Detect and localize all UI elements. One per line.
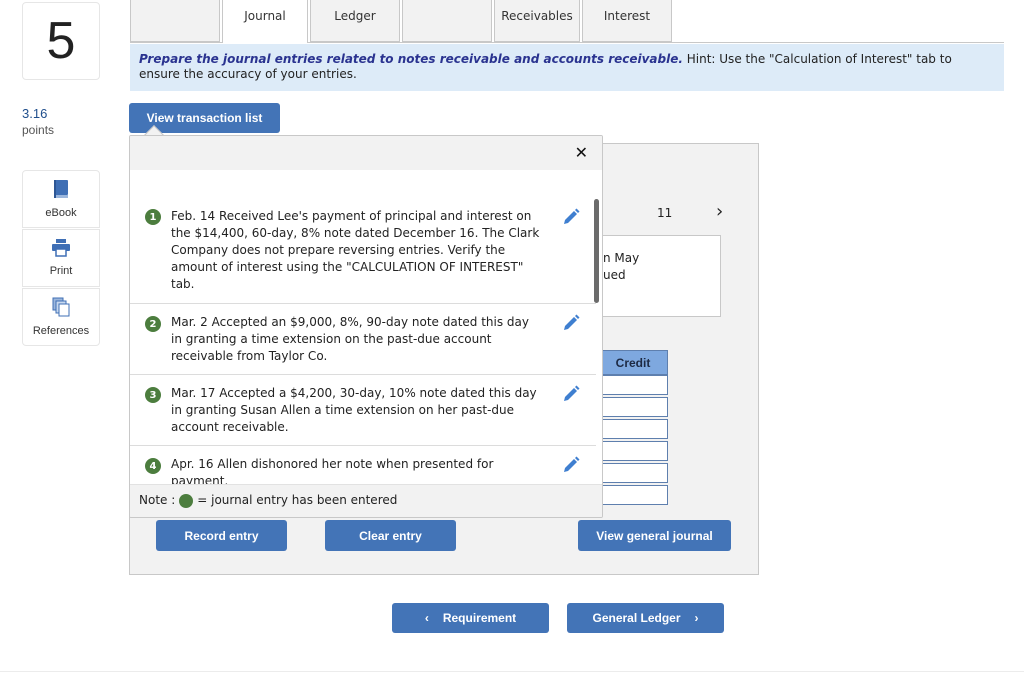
question-number: 5: [22, 2, 100, 80]
close-icon[interactable]: ✕: [575, 143, 588, 162]
note-text: = journal entry has been entered: [197, 493, 398, 507]
ebook-button[interactable]: eBook: [22, 170, 100, 228]
transaction-text: Apr. 16 Allen dishonored her note when p…: [171, 457, 494, 484]
instruction-text: Prepare the journal entries related to n…: [139, 52, 683, 66]
transaction-item[interactable]: 4 Apr. 16 Allen dishonored her note when…: [130, 446, 596, 484]
pencil-icon[interactable]: [562, 385, 580, 403]
tab-unlabeled-1[interactable]: [130, 0, 220, 42]
documents-icon: [52, 297, 70, 321]
transaction-text: Feb. 14 Received Lee's payment of princi…: [171, 209, 540, 291]
references-label: References: [32, 325, 90, 337]
pencil-icon[interactable]: [562, 208, 580, 226]
tab-ledger[interactable]: Ledger: [310, 0, 400, 42]
entered-status-badge: 4: [145, 458, 161, 474]
book-icon: [52, 179, 70, 203]
tab-journal[interactable]: Journal: [222, 0, 308, 43]
ebook-label: eBook: [45, 207, 77, 219]
entered-status-badge: 1: [145, 209, 161, 225]
points-label: points: [22, 123, 55, 137]
pencil-icon[interactable]: [562, 456, 580, 474]
instruction-banner: Prepare the journal entries related to n…: [130, 44, 1004, 91]
transaction-item[interactable]: 1 Feb. 14 Received Lee's payment of prin…: [130, 170, 596, 304]
entered-indicator-icon: [179, 494, 194, 508]
print-label: Print: [49, 265, 73, 277]
next-general-ledger-button[interactable]: General Ledger ›: [567, 603, 724, 633]
requirement-label: Requirement: [442, 611, 517, 625]
tab-unlabeled-2[interactable]: [402, 0, 492, 42]
credit-input[interactable]: [598, 485, 668, 505]
note-label: Note :: [139, 493, 176, 507]
divider: [0, 671, 1024, 672]
entered-status-badge: 2: [145, 316, 161, 332]
points-value: 3.16: [22, 106, 48, 121]
credit-input[interactable]: [598, 375, 668, 395]
description-line-2: ued: [603, 268, 626, 282]
popup-header: ✕: [130, 136, 602, 170]
printer-icon: [51, 239, 71, 261]
credit-input[interactable]: [598, 463, 668, 483]
transaction-text: Mar. 17 Accepted a $4,200, 30-day, 10% n…: [171, 386, 537, 434]
entered-status-badge: 3: [145, 387, 161, 403]
general-ledger-label: General Ledger: [592, 611, 681, 625]
transaction-text: Mar. 2 Accepted an $9,000, 8%, 90-day no…: [171, 315, 529, 363]
tab-receivables[interactable]: Receivables: [494, 0, 580, 42]
references-button[interactable]: References: [22, 288, 100, 346]
transaction-item[interactable]: 2 Mar. 2 Accepted an $9,000, 8%, 90-day …: [130, 304, 596, 375]
clear-entry-button[interactable]: Clear entry: [325, 520, 456, 551]
print-button[interactable]: Print: [22, 229, 100, 287]
pencil-icon[interactable]: [562, 314, 580, 332]
credit-input[interactable]: [598, 441, 668, 461]
credit-input[interactable]: [598, 419, 668, 439]
next-page-chevron-icon[interactable]: ›: [716, 201, 723, 222]
record-entry-button[interactable]: Record entry: [156, 520, 287, 551]
transaction-list-popup: ✕ 1 Feb. 14 Received Lee's payment of pr…: [129, 135, 603, 518]
credit-input[interactable]: [598, 397, 668, 417]
tab-interest[interactable]: Interest: [582, 0, 672, 42]
transaction-description-box: n May ued: [590, 235, 721, 317]
chevron-right-icon: ›: [694, 611, 699, 625]
previous-requirement-button[interactable]: ‹ Requirement: [392, 603, 549, 633]
description-line-1: n May: [603, 251, 640, 265]
popup-legend: Note : = journal entry has been entered: [130, 484, 602, 517]
credit-column-header: Credit: [598, 350, 668, 375]
page-number: 11: [657, 206, 673, 220]
view-general-journal-button[interactable]: View general journal: [578, 520, 731, 551]
scrollbar[interactable]: [594, 199, 599, 303]
chevron-left-icon: ‹: [424, 611, 429, 625]
transaction-list: 1 Feb. 14 Received Lee's payment of prin…: [130, 170, 596, 484]
transaction-item[interactable]: 3 Mar. 17 Accepted a $4,200, 30-day, 10%…: [130, 375, 596, 446]
tab-bar: Journal Ledger Receivables Interest: [130, 0, 1004, 43]
